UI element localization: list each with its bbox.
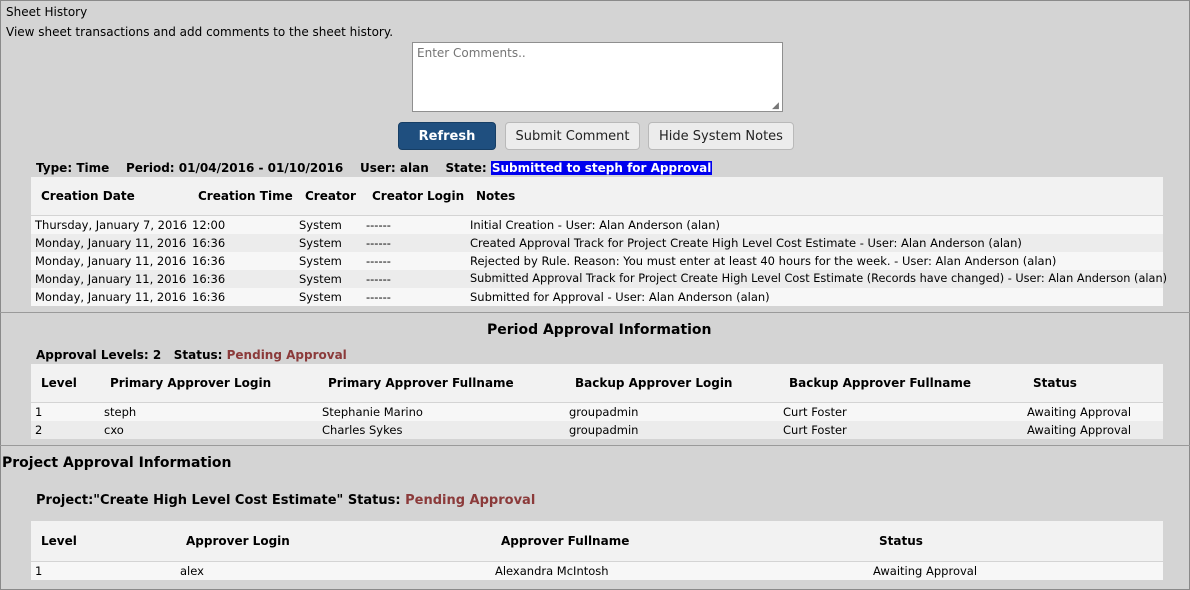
history-cell-date: Monday, January 11, 2016 (35, 254, 187, 268)
submit-comment-button[interactable]: Submit Comment (505, 122, 640, 150)
period-header-backup-fullname: Backup Approver Fullname (789, 376, 971, 390)
project-header-approver-fullname: Approver Fullname (501, 534, 630, 548)
period-header-status: Status (1033, 376, 1077, 390)
history-header-creator: Creator (305, 189, 356, 203)
period-cell-backup-login: groupadmin (569, 423, 639, 437)
refresh-button[interactable]: Refresh (398, 122, 496, 150)
project-label: Project:"Create High Level Cost Estimate… (36, 493, 401, 508)
history-cell-login: ------ (366, 272, 391, 286)
history-cell-time: 16:36 (192, 290, 226, 304)
history-cell-creator: System (299, 290, 342, 304)
history-header-creator-login: Creator Login (372, 189, 465, 203)
type-value: Time (76, 161, 110, 175)
hide-system-notes-button[interactable]: Hide System Notes (648, 122, 794, 150)
history-cell-time: 16:36 (192, 272, 226, 286)
period-cell-primary-login: cxo (104, 423, 124, 437)
page-subtitle: View sheet transactions and add comments… (6, 25, 394, 39)
history-header-creation-date: Creation Date (41, 189, 135, 203)
history-cell-date: Monday, January 11, 2016 (35, 272, 187, 286)
project-cell-approver-fullname: Alexandra McIntosh (495, 564, 609, 578)
history-cell-creator: System (299, 272, 342, 286)
history-cell-notes: Rejected by Rule. Reason: You must enter… (470, 254, 1057, 268)
sheet-info: Type: Time Period: 01/04/2016 - 01/10/20… (36, 161, 713, 175)
period-header-primary-fullname: Primary Approver Fullname (328, 376, 514, 390)
history-cell-notes: Created Approval Track for Project Creat… (470, 236, 1022, 250)
period-cell-backup-fullname: Curt Foster (783, 423, 847, 437)
project-cell-approver-login: alex (180, 564, 204, 578)
history-cell-login: ------ (366, 218, 391, 232)
history-cell-time: 12:00 (192, 218, 226, 232)
type-label: Type: (36, 161, 73, 175)
user-value: alan (399, 161, 429, 175)
history-cell-date: Thursday, January 7, 2016 (35, 218, 187, 232)
history-cell-notes: Submitted for Approval - User: Alan Ande… (470, 290, 770, 304)
approval-levels-value: 2 (152, 348, 162, 362)
period-cell-primary-login: steph (104, 405, 137, 419)
period-cell-backup-login: groupadmin (569, 405, 639, 419)
history-cell-login: ------ (366, 254, 391, 268)
history-cell-notes: Submitted Approval Track for Project Cre… (470, 272, 1168, 285)
period-header-level: Level (41, 376, 77, 390)
resize-grip-icon[interactable]: ◢ (772, 101, 782, 111)
period-cell-status: Awaiting Approval (1027, 423, 1132, 437)
history-cell-creator: System (299, 254, 342, 268)
project-cell-status: Awaiting Approval (873, 564, 978, 578)
period-cell-primary-fullname: Stephanie Marino (322, 405, 423, 419)
period-cell-level: 1 (35, 405, 43, 419)
page-title: Sheet History (6, 5, 88, 19)
approval-levels-label: Approval Levels: (36, 348, 149, 362)
period-approval-title: Period Approval Information (487, 322, 712, 338)
period-cell-primary-fullname: Charles Sykes (322, 423, 403, 437)
project-header-status: Status (879, 534, 923, 548)
period-status-badge: Pending Approval (226, 348, 347, 362)
project-cell-level: 1 (35, 564, 43, 578)
project-approval-title: Project Approval Information (2, 455, 232, 471)
comments-input[interactable] (412, 42, 783, 112)
project-status-line: Project:"Create High Level Cost Estimate… (36, 493, 535, 508)
period-cell-backup-fullname: Curt Foster (783, 405, 847, 419)
history-cell-time: 16:36 (192, 254, 226, 268)
approval-levels-line: Approval Levels: 2 Status: Pending Appro… (36, 348, 347, 362)
period-status-label: Status: (173, 348, 223, 362)
project-status-badge: Pending Approval (405, 493, 536, 508)
history-cell-creator: System (299, 218, 342, 232)
history-header-creation-time: Creation Time (198, 189, 293, 203)
project-header-approver-login: Approver Login (186, 534, 290, 548)
project-header-level: Level (41, 534, 77, 548)
history-cell-login: ------ (366, 290, 391, 304)
period-cell-level: 2 (35, 423, 43, 437)
history-cell-date: Monday, January 11, 2016 (35, 290, 187, 304)
history-cell-login: ------ (366, 236, 391, 250)
period-header-primary-login: Primary Approver Login (110, 376, 272, 390)
section-divider (0, 312, 1190, 313)
period-value: 01/04/2016 - 01/10/2016 (178, 161, 344, 175)
period-cell-status: Awaiting Approval (1027, 405, 1132, 419)
history-cell-creator: System (299, 236, 342, 250)
period-header-backup-login: Backup Approver Login (575, 376, 733, 390)
period-label: Period: (125, 161, 175, 175)
history-cell-notes: Initial Creation - User: Alan Anderson (… (470, 218, 720, 232)
history-cell-time: 16:36 (192, 236, 226, 250)
state-value: Submitted to steph for Approval (490, 161, 713, 175)
history-cell-date: Monday, January 11, 2016 (35, 236, 187, 250)
history-header-notes: Notes (476, 189, 516, 203)
user-label: User: (359, 161, 396, 175)
state-label: State: (445, 161, 487, 175)
section-divider (0, 445, 1190, 446)
